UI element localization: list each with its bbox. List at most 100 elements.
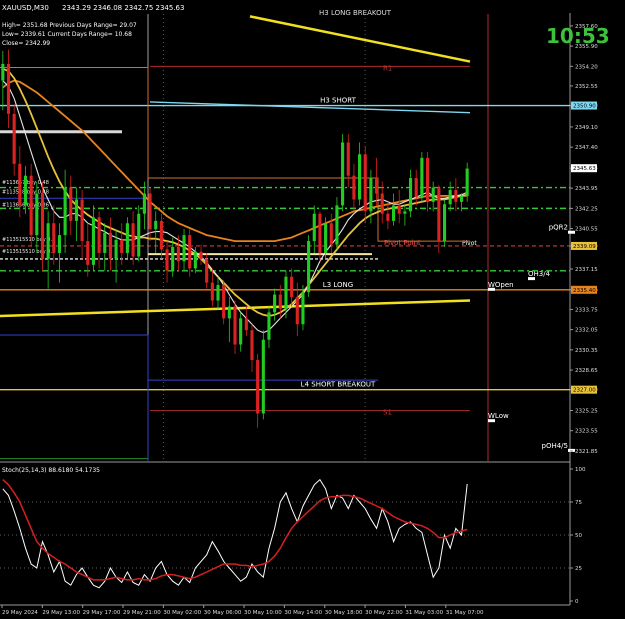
candle-body (97, 217, 101, 253)
candle-body (414, 178, 418, 198)
ohlc-readout: 2343.29 2346.08 2342.75 2345.63 (62, 4, 184, 12)
stoch-tick-label: 0 (575, 599, 579, 605)
candle-body (63, 187, 67, 236)
candle-body (23, 175, 28, 206)
candle-body (358, 154, 362, 200)
candle-body (148, 193, 152, 230)
stoch-tick-label: 75 (575, 500, 582, 506)
level-marker (568, 230, 575, 234)
price-tick-label: 2342.25 (575, 206, 598, 212)
candle-body (176, 247, 180, 262)
pivot-point-label: Pivot Point (384, 239, 421, 247)
candle-body (273, 294, 277, 313)
candle-body (114, 239, 118, 259)
candle-body (437, 187, 441, 242)
candle-body (267, 312, 271, 340)
candle-body (363, 154, 367, 212)
candle-body (352, 175, 356, 200)
candle-body (193, 251, 197, 269)
candle-body (448, 189, 452, 205)
candle-body (318, 213, 322, 253)
price-tick-label: 2343.95 (575, 186, 598, 192)
price-tick-label: 2332.05 (575, 328, 598, 334)
candle-body (210, 282, 214, 301)
level-marker-label: pOH4/5 (542, 442, 568, 450)
price-tick-label: 2321.85 (575, 449, 598, 455)
candle-body (91, 217, 95, 265)
candle-body (18, 163, 22, 206)
time-tick-label: 30 May 10:00 (244, 610, 282, 616)
level-label: L3 LONG (323, 281, 353, 289)
candle-body (278, 294, 282, 309)
candle-body (40, 193, 45, 259)
candle-body (52, 223, 56, 253)
price-tick-label: 2352.55 (575, 84, 598, 90)
candle-body (301, 292, 305, 325)
candle-body (329, 223, 333, 245)
time-tick-label: 29 May 2024 (2, 610, 38, 616)
candle-body (250, 330, 254, 360)
short-level-label: R1 (383, 64, 392, 72)
candle-body (346, 142, 350, 176)
stoch-tick-label: 100 (575, 467, 586, 473)
candle-body (420, 157, 424, 198)
candle-body (142, 193, 146, 214)
candle-body (312, 213, 316, 242)
candle-body (80, 199, 84, 242)
price-tag-label: 2327.00 (573, 388, 596, 394)
candle-body (12, 113, 16, 164)
candle-body (205, 258, 209, 283)
candle-body (380, 193, 384, 214)
candle-body (103, 232, 107, 253)
candle-body (261, 339, 265, 414)
candle-body (69, 187, 73, 221)
candle-body (233, 306, 237, 345)
candle-body (35, 193, 39, 236)
candle-body (391, 205, 396, 221)
price-tick-label: 2347.40 (575, 145, 598, 151)
candle-body (86, 241, 90, 265)
level-label: H3 SHORT (320, 97, 357, 105)
candle-body (1, 63, 5, 81)
candle-body (307, 241, 311, 293)
price-tick-label: 2354.20 (575, 64, 598, 70)
price-tag-label: 2350.90 (573, 104, 596, 110)
level-marker-label: pQR2 (549, 224, 568, 232)
time-tick-label: 29 May 21:00 (123, 610, 161, 616)
price-tag-label: 2339.09 (573, 244, 596, 250)
price-tick-label: 2323.55 (575, 429, 598, 435)
candle-body (454, 189, 458, 202)
time-tick-label: 29 May 17:00 (83, 610, 121, 616)
candle-body (465, 168, 469, 196)
price-tag-label: 2335.40 (573, 288, 596, 294)
price-tick-label: 2328.65 (575, 368, 598, 374)
candle-body (137, 213, 141, 257)
candle-body (386, 213, 390, 221)
candle-body (171, 247, 175, 271)
candle-body (188, 235, 192, 269)
candle-body (108, 232, 112, 259)
info-line-3: Close= 2342.99 (2, 40, 50, 47)
level-marker-label: WLow (488, 412, 509, 420)
stoch-tick-label: 50 (575, 533, 582, 539)
candle-body (6, 63, 11, 114)
candle-body (425, 157, 430, 202)
candle-body (154, 220, 158, 230)
clock: 10:53 (546, 24, 610, 48)
candle-body (442, 204, 447, 242)
price-tick-label: 2325.25 (575, 408, 598, 414)
level-marker-label: WOpen (488, 281, 514, 289)
candle-body (239, 318, 243, 345)
candle-body (222, 285, 226, 319)
price-tick-label: 2337.15 (575, 267, 598, 273)
time-tick-label: 30 May 14:00 (284, 610, 322, 616)
candle-body (324, 223, 328, 253)
short-level-label: S1 (383, 408, 392, 416)
candle-body (431, 187, 435, 202)
candle-body (295, 296, 299, 325)
candle-body (57, 235, 62, 253)
stoch-title: Stoch(25,14,3) 88.6180 54.1735 (2, 467, 100, 474)
candle-body (290, 276, 294, 297)
candle-body (284, 276, 288, 309)
time-tick-label: 30 May 22:00 (365, 610, 403, 616)
